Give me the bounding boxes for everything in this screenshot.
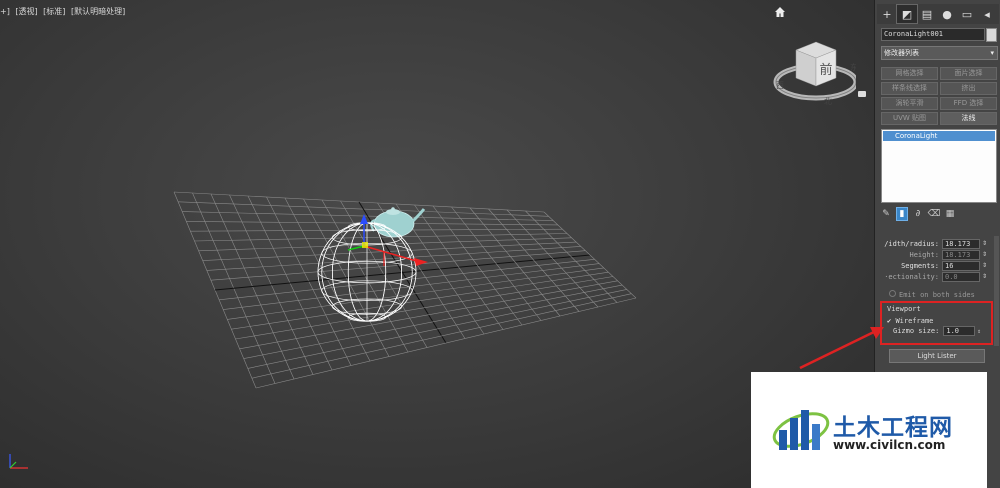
emit-both-sides-label: Emit on both sides (899, 291, 975, 299)
viewcube[interactable]: 前 西 东 北 (768, 38, 856, 110)
stack-tools: ✎ ▮ ∂ ⌫ ▦ (881, 207, 995, 221)
modifier-list-dropdown[interactable]: 修改器列表 ▾ (881, 46, 998, 60)
modifier-button[interactable]: 样条线选择 (881, 82, 938, 95)
chevron-down-icon: ▾ (990, 49, 994, 57)
param-value[interactable]: 16 (942, 260, 980, 271)
param-row: /idth/radius: 18.173 ⇕ (881, 238, 995, 249)
watermark-title: 土木工程网 (833, 415, 953, 441)
pin-stack-icon[interactable]: ✎ (881, 208, 891, 220)
show-end-result-icon[interactable]: ▮ (896, 207, 908, 221)
viewport-perspective[interactable]: +] [透视] [标准] [默认明暗处理] 前 西 东 北 (0, 0, 874, 488)
param-value[interactable]: 18.173 (942, 249, 980, 260)
watermark-url: www.civilcn.com (833, 438, 946, 452)
axis-tripod-icon (9, 454, 28, 469)
command-panel-tabs: + ◩ ▤ ● ▭ ◂ (877, 4, 999, 24)
viewcube-front-label[interactable]: 前 (819, 62, 832, 78)
object-name-field[interactable]: CoronaLight001 (881, 28, 985, 41)
scene-canvas[interactable] (0, 0, 874, 488)
param-row: Height: 18.173 ⇕ (881, 249, 995, 260)
spinner-icon[interactable]: ⇕ (982, 251, 987, 258)
panel-scrollbar[interactable] (994, 236, 999, 346)
remove-modifier-icon[interactable]: ⌫ (928, 208, 941, 220)
modifier-button[interactable]: 挤出 (940, 82, 997, 95)
configure-sets-icon[interactable]: ▦ (945, 208, 955, 220)
grid-line (251, 293, 632, 379)
grid-line (543, 211, 637, 299)
viewcube-west-label[interactable]: 西 (776, 81, 784, 90)
modifier-button[interactable]: 网格选择 (881, 67, 938, 80)
spinner-icon[interactable]: ⇕ (982, 273, 987, 280)
param-row: Segments: 16 ⇕ (881, 260, 995, 271)
watermark: 土木工程网 www.civilcn.com (751, 372, 987, 488)
modifier-button[interactable]: 面片选择 (940, 67, 997, 80)
modifier-button[interactable]: FFD 选择 (940, 97, 997, 110)
object-color-swatch[interactable] (986, 28, 997, 42)
param-label: Height: (909, 250, 939, 259)
emit-both-sides-option[interactable]: Emit on both sides (889, 290, 975, 299)
modifier-list-label: 修改器列表 (884, 49, 919, 57)
make-unique-icon[interactable]: ∂ (913, 208, 923, 220)
hierarchy-icon[interactable]: ▤ (917, 5, 937, 23)
param-label: /idth/radius: (884, 239, 939, 248)
spinner-icon[interactable]: ⇕ (982, 262, 987, 269)
modifier-button[interactable]: 法线 (940, 112, 997, 125)
light-lister-button[interactable]: Light Lister (889, 349, 985, 363)
civilcn-logo-icon (772, 410, 830, 450)
param-label: ·ectionality: (884, 272, 939, 281)
light-parameters: /idth/radius: 18.173 ⇕ Height: 18.173 ⇕ Segmen… (881, 238, 995, 282)
grid-line (247, 289, 627, 369)
param-value[interactable]: 0.0 (942, 271, 980, 282)
modifier-button[interactable]: 涡轮平滑 (881, 97, 938, 110)
viewcube-east-label[interactable]: 东 (850, 62, 856, 72)
create-icon[interactable]: + (877, 5, 897, 23)
viewcube-north-label[interactable]: 北 (824, 97, 832, 106)
modify-icon[interactable]: ◩ (896, 4, 918, 24)
viewcube-menu-icon[interactable] (858, 91, 866, 97)
home-icon[interactable] (774, 6, 786, 18)
utilities-icon[interactable]: ◂ (977, 5, 997, 23)
spinner-icon[interactable]: ⇕ (982, 240, 987, 247)
teapot[interactable] (370, 207, 426, 238)
annotation-highlight-box (880, 301, 993, 345)
corona-light-sphere[interactable] (317, 222, 417, 322)
stack-item-coronalight[interactable]: CoronaLight (883, 131, 995, 141)
radio-icon (889, 290, 896, 297)
display-icon[interactable]: ▭ (957, 5, 977, 23)
param-row: ·ectionality: 0.0 ⇕ (881, 271, 995, 282)
modifier-stack[interactable]: CoronaLight (881, 129, 997, 203)
param-label: Segments: (901, 261, 939, 270)
modifier-button[interactable]: UVW 贴图 (881, 112, 938, 125)
motion-icon[interactable]: ● (937, 5, 957, 23)
param-value[interactable]: 18.173 (942, 238, 980, 249)
